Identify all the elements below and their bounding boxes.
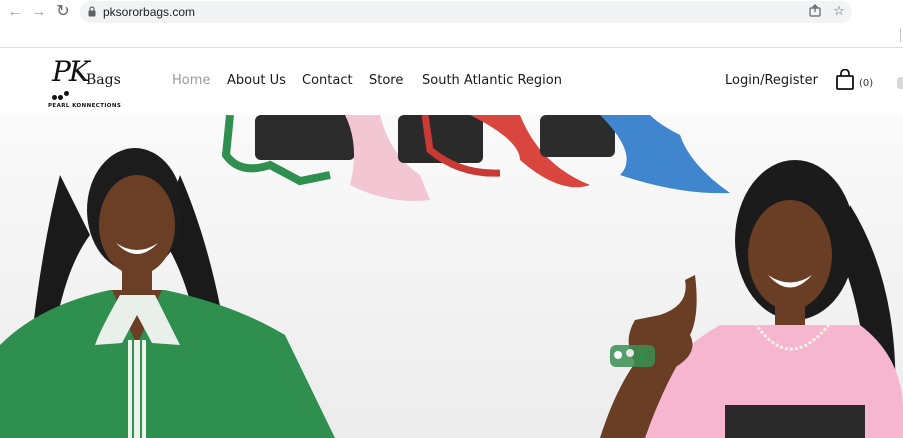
nav-about-us[interactable]: About Us bbox=[227, 73, 286, 88]
shopping-bag-icon bbox=[836, 69, 854, 90]
logo-word: Bags bbox=[86, 72, 121, 88]
back-button[interactable]: ← bbox=[6, 3, 24, 21]
logo-monogram: PK bbox=[52, 55, 90, 88]
url-text[interactable]: pksororbags.com bbox=[103, 5, 195, 19]
pearl-dots-icon bbox=[52, 91, 72, 101]
logo-tagline: PEARL KONNECTIONS bbox=[48, 103, 122, 109]
address-bar[interactable]: pksororbags.com ☆ bbox=[80, 1, 852, 23]
cart-button[interactable]: (0) bbox=[835, 69, 881, 93]
share-icon bbox=[809, 4, 821, 17]
hero-banner bbox=[0, 115, 903, 438]
cart-count: (0) bbox=[859, 78, 874, 89]
star-icon: ☆ bbox=[833, 3, 845, 18]
bookmark-button[interactable]: ☆ bbox=[832, 4, 846, 18]
reload-icon: ↻ bbox=[56, 3, 70, 20]
nav-store[interactable]: Store bbox=[369, 73, 403, 88]
nav-contact[interactable]: Contact bbox=[302, 73, 353, 88]
login-register-link[interactable]: Login/Register bbox=[725, 73, 818, 88]
chrome-divider bbox=[900, 28, 901, 42]
nav-south-atlantic-region[interactable]: South Atlantic Region bbox=[422, 73, 562, 88]
hero-image bbox=[0, 115, 903, 438]
arrow-left-icon: ← bbox=[7, 3, 23, 20]
site-logo[interactable]: PK Bags PEARL KONNECTIONS bbox=[46, 55, 130, 113]
browser-chrome: ← → ↻ pksororbags.com ☆ bbox=[0, 0, 903, 48]
arrow-right-icon: → bbox=[31, 3, 47, 20]
lock-icon bbox=[88, 6, 96, 17]
share-button[interactable] bbox=[808, 4, 822, 18]
reload-button[interactable]: ↻ bbox=[54, 3, 72, 21]
site-header: PK Bags PEARL KONNECTIONS Home About Us … bbox=[0, 49, 903, 115]
nav-home[interactable]: Home bbox=[172, 73, 210, 88]
scroll-indicator bbox=[897, 77, 903, 89]
forward-button[interactable]: → bbox=[30, 3, 48, 21]
